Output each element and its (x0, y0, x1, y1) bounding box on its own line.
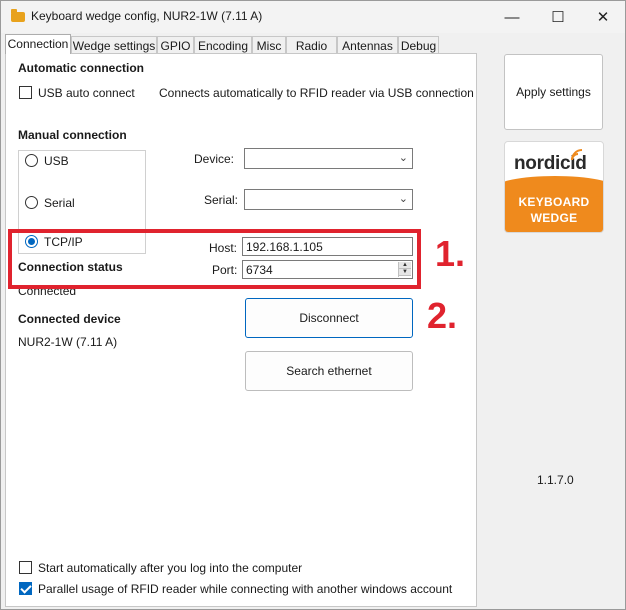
device-label: Device: (194, 152, 235, 166)
close-button[interactable]: ✕ (580, 1, 626, 33)
parallel-usage-checkbox[interactable] (19, 582, 32, 595)
title-bar: Keyboard wedge config, NUR2-1W (7.11 A) … (1, 1, 625, 33)
version-label: 1.1.7.0 (537, 473, 574, 487)
serial-radio[interactable] (25, 196, 38, 209)
chevron-down-icon: ⌄ (398, 152, 408, 164)
serial-radio-label: Serial (44, 196, 75, 210)
annotation-number-one: 1. (435, 233, 466, 274)
tab-encoding[interactable]: Encoding (194, 36, 252, 54)
parallel-usage-label: Parallel usage of RFID reader while conn… (38, 582, 453, 596)
tab-misc[interactable]: Misc (252, 36, 286, 54)
tab-radio[interactable]: Radio (286, 36, 337, 54)
serial-label: Serial: (204, 193, 239, 207)
logo-line-keyboard: KEYBOARD (518, 195, 590, 209)
tab-wedge-settings[interactable]: Wedge settings (71, 36, 157, 54)
usb-radio-label: USB (44, 154, 69, 168)
manual-connection-heading: Manual connection (18, 128, 127, 142)
annotation-highlight-box (8, 229, 421, 289)
autostart-checkbox[interactable] (19, 561, 32, 574)
apply-settings-button[interactable]: Apply settings (504, 54, 603, 130)
device-dropdown[interactable]: ⌄ (244, 148, 413, 169)
logo-line-wedge: WEDGE (530, 211, 578, 225)
tab-connection[interactable]: Connection (5, 34, 71, 54)
maximize-button[interactable]: ☐ (535, 1, 581, 33)
signal-icon (571, 149, 583, 161)
automatic-connection-heading: Automatic connection (18, 61, 145, 75)
minimize-button[interactable]: — (489, 1, 535, 33)
nordic-id-logo: nordicid KEYBOARD WEDGE (504, 141, 604, 233)
disconnect-button[interactable]: Disconnect (245, 298, 413, 338)
serial-dropdown[interactable]: ⌄ (244, 189, 413, 210)
app-window: Keyboard wedge config, NUR2-1W (7.11 A) … (0, 0, 626, 610)
window-title: Keyboard wedge config, NUR2-1W (7.11 A) (31, 9, 263, 23)
usb-auto-connect-checkbox[interactable] (19, 86, 32, 99)
search-ethernet-button[interactable]: Search ethernet (245, 351, 413, 391)
tab-debug[interactable]: Debug (398, 36, 439, 54)
tab-antennas[interactable]: Antennas (337, 36, 398, 54)
usb-radio[interactable] (25, 154, 38, 167)
autostart-label: Start automatically after you log into t… (38, 561, 303, 575)
usb-auto-connect-description: Connects automatically to RFID reader vi… (159, 86, 474, 100)
annotation-number-two: 2. (427, 295, 458, 336)
logo-word: nordic (514, 153, 571, 174)
chevron-down-icon: ⌄ (398, 193, 408, 205)
folder-app-icon (11, 9, 25, 22)
connected-device-value: NUR2-1W (7.11 A) (18, 335, 118, 349)
tab-gpio[interactable]: GPIO (157, 36, 194, 54)
usb-auto-connect-label: USB auto connect (38, 86, 135, 100)
connected-device-heading: Connected device (18, 312, 121, 326)
